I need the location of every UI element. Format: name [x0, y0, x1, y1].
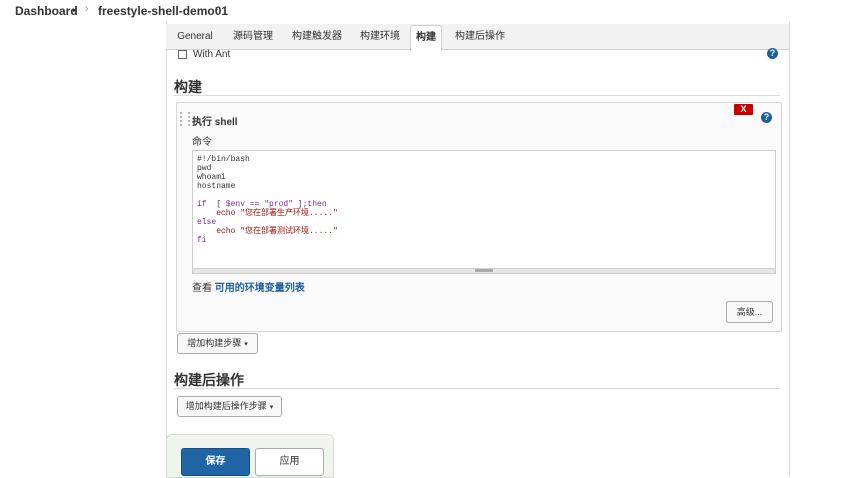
- add-post-build-step-button[interactable]: 增加构建后操作步骤 ▾: [177, 396, 282, 417]
- with-ant-checkbox[interactable]: [178, 49, 187, 59]
- command-label: 命令: [192, 137, 212, 148]
- chevron-right-icon[interactable]: ›: [215, 4, 218, 15]
- apply-button[interactable]: 应用: [255, 448, 324, 476]
- chevron-down-icon: ▾: [269, 404, 274, 411]
- drag-handle-icon[interactable]: [180, 112, 190, 126]
- advanced-button[interactable]: 高级...: [726, 301, 773, 323]
- env-vars-prefix: 查看: [192, 283, 212, 294]
- section-divider: [174, 388, 780, 389]
- breadcrumb-separator-icon: ›: [85, 3, 89, 15]
- add-post-build-step-label: 增加构建后操作步骤: [185, 401, 267, 411]
- chevron-down-icon: ▾: [244, 341, 248, 348]
- help-icon[interactable]: ?: [767, 48, 778, 59]
- save-button[interactable]: 保存: [181, 448, 250, 476]
- tab-build[interactable]: 构建: [410, 25, 442, 51]
- add-build-step-button[interactable]: 增加构建步骤 ▾: [177, 333, 258, 354]
- textarea-resize-bar[interactable]: [193, 268, 775, 273]
- breadcrumb-dashboard-link[interactable]: Dashboard: [15, 4, 78, 18]
- env-vars-link[interactable]: 可用的环境变量列表: [215, 283, 305, 294]
- command-textarea[interactable]: #!/bin/bash pwd whoami hostname if [ $en…: [192, 150, 776, 274]
- command-code: #!/bin/bash pwd whoami hostname if [ $en…: [197, 155, 338, 245]
- resize-handle-icon[interactable]: [475, 269, 493, 272]
- build-section-title: 构建: [174, 79, 202, 95]
- section-divider: [174, 95, 780, 96]
- with-ant-label: With Ant: [193, 49, 231, 60]
- tab-triggers[interactable]: 构建触发器: [288, 24, 346, 49]
- env-vars-row: 查看 可用的环境变量列表: [192, 279, 305, 294]
- delete-step-button[interactable]: X: [734, 104, 753, 115]
- tab-general[interactable]: General: [174, 24, 216, 49]
- help-icon[interactable]: ?: [761, 112, 772, 123]
- with-ant-option: With Ant: [178, 49, 230, 60]
- build-step-title: 执行 shell: [192, 117, 238, 128]
- tab-scm[interactable]: 源码管理: [229, 24, 277, 49]
- add-build-step-label: 增加构建步骤: [187, 338, 242, 348]
- tab-post-build[interactable]: 构建后操作: [451, 24, 509, 49]
- tab-build-env[interactable]: 构建环境: [356, 24, 404, 49]
- side-panel-blank: [0, 22, 165, 476]
- right-margin-blank: [789, 22, 865, 476]
- breadcrumb-job-link[interactable]: freestyle-shell-demo01: [98, 4, 228, 18]
- config-tabs: General 源码管理 构建触发器 构建环境 构建 构建后操作: [166, 24, 789, 51]
- breadcrumb: Dashboard ▾ › freestyle-shell-demo01 ›: [0, 0, 865, 22]
- post-build-section-title: 构建后操作: [174, 372, 244, 388]
- chevron-down-icon[interactable]: ▾: [72, 6, 76, 15]
